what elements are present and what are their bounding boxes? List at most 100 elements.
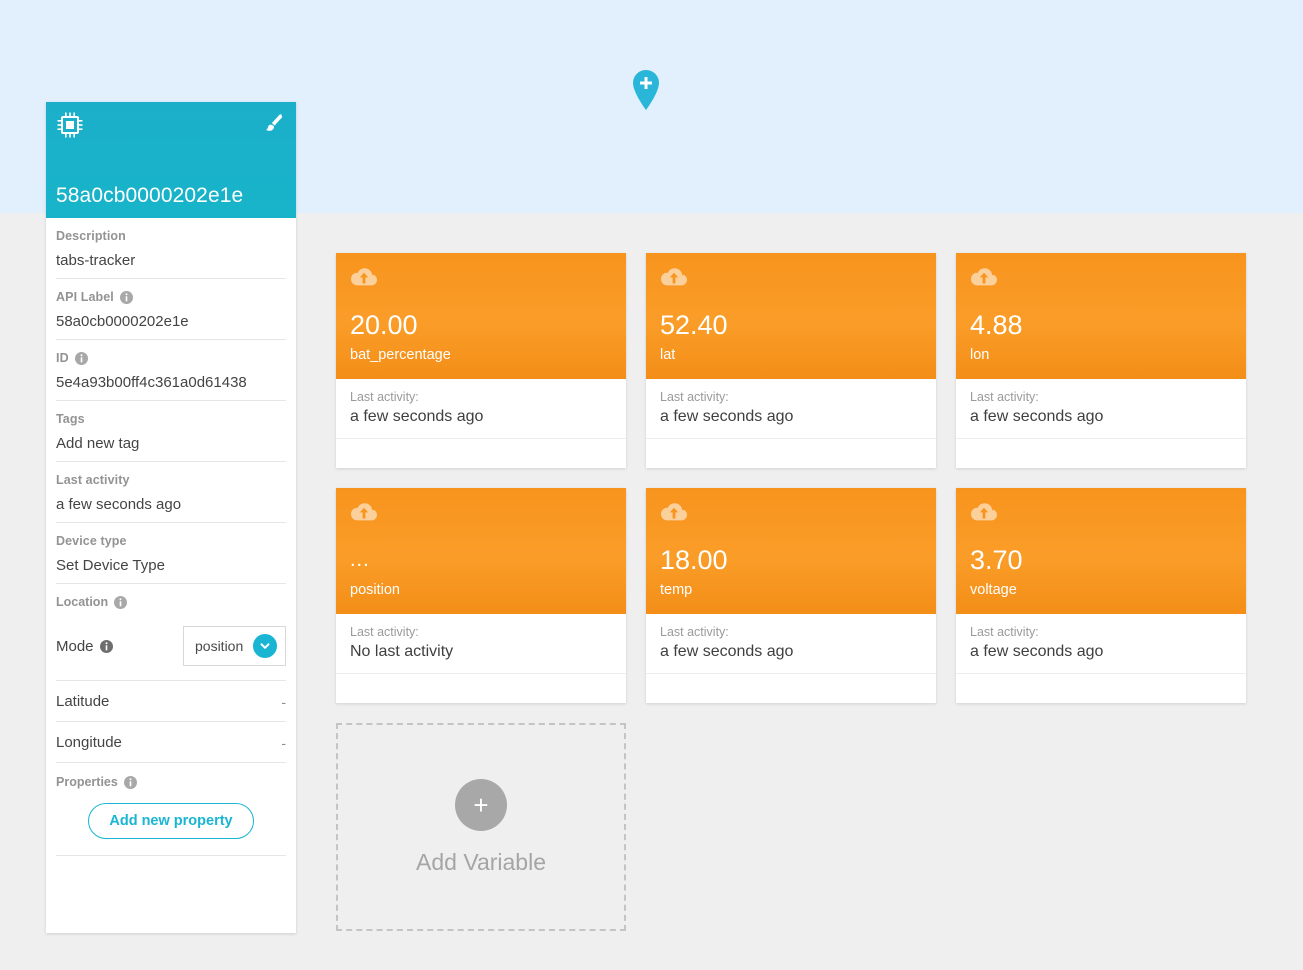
add-new-tag-action[interactable]: Add new tag [56, 435, 286, 452]
variable-value: 4.88 [970, 310, 1023, 340]
location-mode-select[interactable]: position [183, 626, 286, 666]
cloud-upload-icon [970, 502, 998, 524]
last-activity-value: a few seconds ago [970, 408, 1104, 425]
variable-card-header: ... position [336, 488, 626, 614]
variable-card-body: Last activity: a few seconds ago [646, 379, 936, 439]
last-activity-label: Last activity: [660, 625, 729, 639]
last-activity-value: a few seconds ago [660, 408, 794, 425]
location-label: Location [56, 595, 286, 618]
last-activity-label: Last activity: [350, 390, 419, 404]
info-icon[interactable] [119, 290, 133, 304]
cloud-upload-icon [660, 502, 688, 524]
variable-value: 20.00 [350, 310, 418, 340]
properties-label: Properties [56, 775, 286, 789]
variable-card-footer [336, 674, 626, 703]
field-label: ID [56, 351, 286, 365]
last-activity-label: Last activity: [350, 625, 419, 639]
map-pin-plus-icon[interactable] [631, 70, 661, 110]
latitude-row: Latitude - [56, 680, 286, 721]
panel-empty-tail [56, 855, 286, 933]
properties-section: Properties Add new property [56, 762, 286, 855]
variables-row-1: 20.00 bat_percentage Last activity: a fe… [336, 253, 1266, 468]
variable-card-temp[interactable]: 18.00 temp Last activity: a few seconds … [646, 488, 936, 703]
variable-name: bat_percentage [350, 347, 451, 363]
chevron-down-icon[interactable] [253, 634, 277, 658]
variable-card-footer [956, 439, 1246, 468]
info-icon[interactable] [123, 775, 137, 789]
field-label: API Label [56, 290, 286, 304]
latitude-value: - [281, 693, 286, 710]
info-icon[interactable] [99, 639, 113, 653]
field-value-api-label[interactable]: 58a0cb0000202e1e [56, 313, 286, 330]
field-description: Description tabs-tracker [56, 218, 286, 279]
variable-card-footer [956, 674, 1246, 703]
last-activity-value: a few seconds ago [660, 643, 794, 660]
add-variable-tile[interactable]: + Add Variable [336, 723, 626, 931]
cloud-upload-icon [350, 267, 378, 289]
add-new-property-button[interactable]: Add new property [88, 803, 254, 839]
field-value-description[interactable]: tabs-tracker [56, 252, 286, 269]
last-activity-value: a few seconds ago [970, 643, 1104, 660]
variable-card-body: Last activity: a few seconds ago [956, 614, 1246, 674]
variable-name: voltage [970, 582, 1017, 598]
plus-icon: + [455, 778, 507, 831]
longitude-value: - [281, 734, 286, 751]
paintbrush-icon[interactable] [262, 113, 284, 135]
variable-card-header: 20.00 bat_percentage [336, 253, 626, 379]
variable-card-header: 18.00 temp [646, 488, 936, 614]
microchip-icon [56, 111, 84, 139]
mode-label-text: Mode [56, 637, 94, 655]
location-label-text: Location [56, 595, 109, 609]
field-tags: Tags Add new tag [56, 401, 286, 462]
variable-value: 3.70 [970, 545, 1023, 575]
variable-card-body: Last activity: a few seconds ago [646, 614, 936, 674]
properties-label-text: Properties [56, 775, 118, 789]
field-label: Tags [56, 412, 286, 426]
device-panel-header: 58a0cb0000202e1e [46, 102, 296, 218]
field-label-text: ID [56, 351, 69, 365]
last-activity-label: Last activity: [970, 390, 1039, 404]
set-device-type-action[interactable]: Set Device Type [56, 557, 286, 574]
add-property-wrap: Add new property [56, 789, 286, 855]
variable-card-position[interactable]: ... position Last activity: No last acti… [336, 488, 626, 703]
variable-name: position [350, 582, 400, 598]
last-activity-label: Last activity: [970, 625, 1039, 639]
field-api-label: API Label 58a0cb0000202e1e [56, 279, 286, 340]
mode-label: Mode [56, 638, 113, 655]
variable-card-footer [646, 439, 936, 468]
variable-card-body: Last activity: No last activity [336, 614, 626, 674]
variable-card-lon[interactable]: 4.88 lon Last activity: a few seconds ag… [956, 253, 1246, 468]
variable-card-voltage[interactable]: 3.70 voltage Last activity: a few second… [956, 488, 1246, 703]
field-label: Device type [56, 534, 286, 548]
device-title: 58a0cb0000202e1e [56, 184, 244, 207]
longitude-label: Longitude [56, 734, 122, 751]
variable-card-footer [336, 439, 626, 468]
variable-value: ... [350, 549, 370, 571]
variables-grid: 20.00 bat_percentage Last activity: a fe… [336, 253, 1266, 951]
device-info-panel: 58a0cb0000202e1e Description tabs-tracke… [46, 102, 296, 933]
variables-row-3: + Add Variable [336, 723, 1266, 931]
variable-value: 18.00 [660, 545, 728, 575]
location-mode-value: position [195, 638, 244, 654]
variable-card-body: Last activity: a few seconds ago [956, 379, 1246, 439]
variable-card-bat-percentage[interactable]: 20.00 bat_percentage Last activity: a fe… [336, 253, 626, 468]
cloud-upload-icon [350, 502, 378, 524]
last-activity-label: Last activity: [660, 390, 729, 404]
info-icon[interactable] [74, 351, 88, 365]
info-icon[interactable] [114, 595, 128, 609]
field-id: ID 5e4a93b00ff4c361a0d61438 [56, 340, 286, 401]
field-label: Description [56, 229, 286, 243]
location-section: Location Mode position Latitude - Longit… [56, 584, 286, 762]
variable-card-lat[interactable]: 52.40 lat Last activity: a few seconds a… [646, 253, 936, 468]
field-label-text: Last activity [56, 473, 130, 487]
device-detail-page: 58a0cb0000202e1e Description tabs-tracke… [0, 0, 1303, 970]
last-activity-value: a few seconds ago [350, 408, 484, 425]
cloud-upload-icon [660, 267, 688, 289]
variable-card-header: 4.88 lon [956, 253, 1246, 379]
variable-name: temp [660, 582, 693, 598]
variable-name: lat [660, 347, 676, 363]
field-label-text: Description [56, 229, 126, 243]
location-mode-row: Mode position [56, 618, 286, 680]
cloud-upload-icon [970, 267, 998, 289]
field-label-text: API Label [56, 290, 114, 304]
